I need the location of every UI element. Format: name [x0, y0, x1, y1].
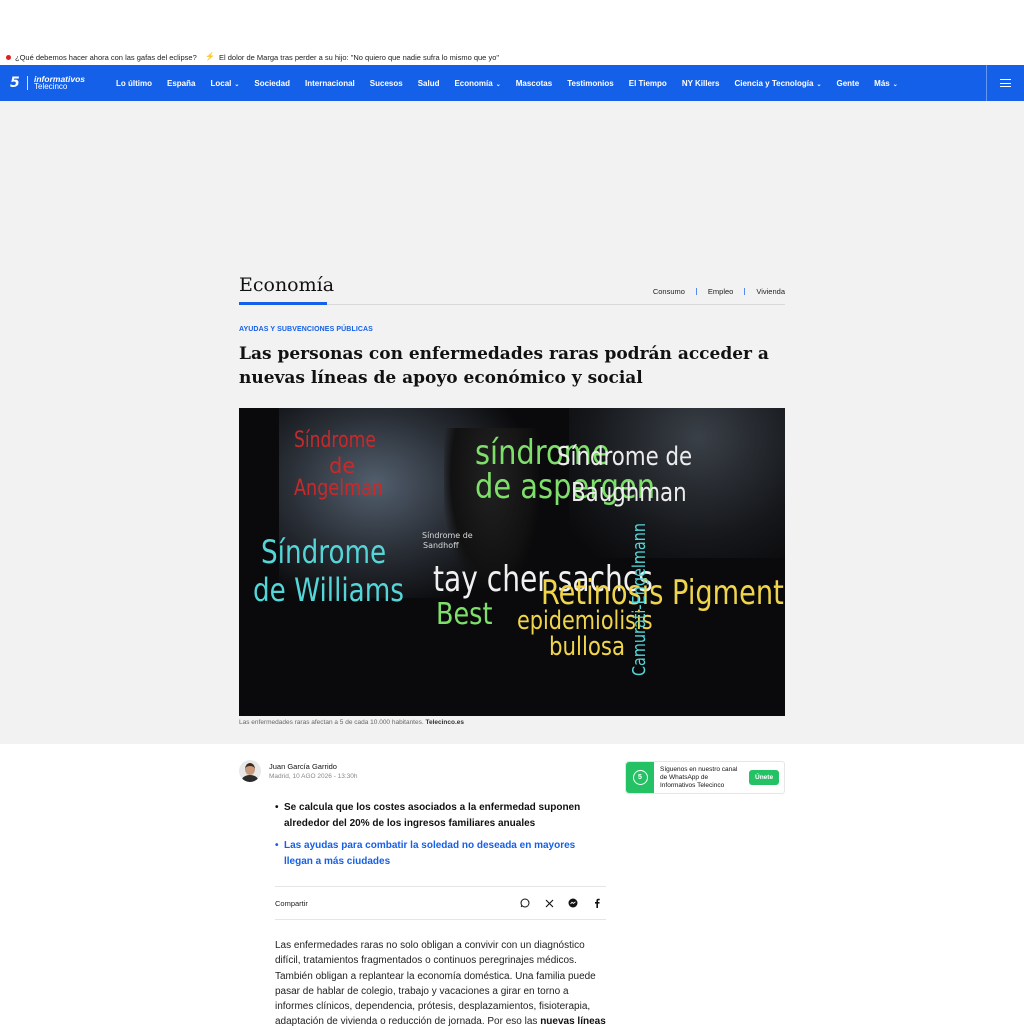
- join-whatsapp-button[interactable]: Únete: [749, 770, 780, 785]
- nav-item-espana[interactable]: España: [167, 79, 195, 88]
- article-body: Las enfermedades raras no solo obligan a…: [275, 938, 606, 1030]
- ticker-item-1-label: ¿Qué debemos hacer ahora con las gafas d…: [15, 52, 197, 62]
- nav-item-label: España: [167, 78, 196, 88]
- article-paragraph: Las enfermedades raras no solo obligan a…: [275, 940, 596, 1028]
- article-highlight: nuevas líneas: [540, 1016, 606, 1028]
- subnav-separator: [744, 288, 746, 295]
- nav-item-label: Sucesos: [369, 78, 403, 88]
- main-navbar: 5 informativos Telecinco Lo último Españ…: [0, 65, 1024, 101]
- related-link[interactable]: Las ayudas para combatir la soledad no d…: [275, 838, 605, 869]
- logo-line-2: Telecinco: [34, 82, 68, 92]
- article-kicker[interactable]: AYUDAS Y SUBVENCIONES PÚBLICAS: [239, 326, 373, 333]
- article-summary: Se calcula que los costes asociados a la…: [275, 800, 605, 876]
- subnav-separator: [695, 288, 697, 295]
- nav-menu: Lo último España Local ⌄ Sociedad Interna…: [116, 65, 913, 101]
- nav-item-label: Economía: [454, 78, 493, 88]
- subnav-consumo[interactable]: Consumo: [653, 287, 685, 296]
- ticker-item-1[interactable]: ¿Qué debemos hacer ahora con las gafas d…: [6, 53, 197, 62]
- nav-item-label: Lo último: [116, 78, 152, 88]
- section-subnav: Consumo Empleo Vivienda: [653, 287, 785, 296]
- nav-item-sociedad[interactable]: Sociedad: [254, 79, 290, 88]
- share-label: Compartir: [275, 898, 308, 908]
- breaking-ticker: ¿Qué debemos hacer ahora con las gafas d…: [0, 50, 1024, 64]
- image-word: Síndrome: [294, 428, 376, 453]
- image-word: Retinosis Pigmenta: [541, 573, 785, 613]
- image-word: Síndrome de: [422, 531, 473, 540]
- share-icons: [520, 887, 602, 919]
- nav-item-label: Testimonios: [567, 78, 614, 88]
- whatsapp-icon[interactable]: [520, 898, 530, 908]
- nav-item-label: Más: [874, 78, 890, 88]
- nav-item-label: Gente: [836, 78, 860, 88]
- publish-date: Madrid, 10 AGO 2026 - 13:30h: [269, 773, 358, 780]
- ticker-item-2-label: El dolor de Marga tras perder a su hijo:…: [218, 52, 500, 62]
- chevron-down-icon: ⌄: [234, 81, 240, 88]
- nav-item-lo-ultimo[interactable]: Lo último: [116, 79, 152, 88]
- image-caption: Las enfermedades raras afectan a 5 de ca…: [239, 719, 464, 726]
- nav-item-mas[interactable]: Más ⌄: [874, 79, 898, 88]
- nav-item-testimonios[interactable]: Testimonios: [567, 79, 614, 88]
- chevron-down-icon: ⌄: [892, 81, 898, 88]
- nav-item-el-tiempo[interactable]: El Tiempo: [629, 79, 667, 88]
- caption-text: Las enfermedades raras afectan a 5 de ca…: [239, 719, 424, 726]
- image-word: Síndrome de: [557, 442, 693, 472]
- image-word: de Williams: [253, 571, 404, 609]
- nav-item-internacional[interactable]: Internacional: [305, 79, 355, 88]
- nav-item-label: Ciencia y Tecnología: [734, 78, 814, 88]
- subnav-empleo[interactable]: Empleo: [708, 287, 733, 296]
- nav-item-salud[interactable]: Salud: [418, 79, 440, 88]
- nav-item-ny-killers[interactable]: NY Killers: [682, 79, 720, 88]
- logo-divider: [27, 76, 28, 90]
- logo-wordmark: informativos Telecinco: [34, 75, 85, 92]
- nav-item-economia[interactable]: Economía ⌄: [454, 79, 500, 88]
- author-avatar[interactable]: [239, 760, 261, 782]
- nav-item-label: Internacional: [304, 78, 355, 88]
- nav-item-gente[interactable]: Gente: [837, 79, 860, 88]
- site-logo[interactable]: 5 informativos Telecinco: [10, 72, 85, 94]
- facebook-icon[interactable]: [592, 898, 602, 908]
- image-word: Angelman: [294, 476, 384, 501]
- whatsapp-channel-card[interactable]: 5 Síguenos en nuestro canal de WhatsApp …: [625, 761, 785, 794]
- image-word: Best: [436, 597, 493, 632]
- hamburger-icon: [1000, 79, 1011, 87]
- lightning-icon: ⚡: [205, 52, 215, 61]
- whatsapp-card-text: Síguenos en nuestro canal de WhatsApp de…: [660, 765, 738, 789]
- nav-item-label: NY Killers: [681, 78, 720, 88]
- messenger-icon[interactable]: [568, 898, 578, 908]
- nav-item-sucesos[interactable]: Sucesos: [370, 79, 403, 88]
- image-word: Síndrome: [261, 533, 387, 571]
- summary-bullet: Se calcula que los costes asociados a la…: [275, 800, 605, 831]
- author-name[interactable]: Juan García Garrido: [269, 762, 358, 771]
- chevron-down-icon: ⌄: [495, 81, 501, 88]
- image-word: de: [329, 454, 356, 478]
- nav-item-label: Salud: [417, 78, 440, 88]
- whatsapp-icon: 5: [626, 762, 654, 793]
- image-word: bullosa: [549, 632, 626, 662]
- hero-image[interactable]: Síndrome de Angelman síndrome de asperge…: [239, 408, 785, 716]
- author-block: Juan García Garrido Madrid, 10 AGO 2026 …: [239, 760, 358, 782]
- nav-item-label: Local: [210, 78, 232, 88]
- article-headline: Las personas con enfermedades raras podr…: [239, 344, 769, 388]
- nav-item-ciencia[interactable]: Ciencia y Tecnología ⌄: [734, 79, 821, 88]
- caption-credit: Telecinco.es: [425, 719, 465, 726]
- ticker-item-2[interactable]: ⚡ El dolor de Marga tras perder a su hij…: [205, 53, 499, 62]
- image-word: Baughman: [571, 478, 687, 508]
- nav-item-label: El Tiempo: [628, 78, 667, 88]
- nav-item-mascotas[interactable]: Mascotas: [516, 79, 552, 88]
- nav-item-label: Sociedad: [254, 78, 290, 88]
- section-title-underline: [239, 302, 327, 305]
- share-bar: Compartir: [275, 886, 606, 920]
- logo-five: 5: [10, 75, 20, 91]
- x-icon[interactable]: [544, 898, 554, 908]
- image-word: Sandhoff: [423, 541, 459, 550]
- image-word: Camurati-Engelmann: [629, 523, 650, 676]
- chevron-down-icon: ⌄: [816, 81, 822, 88]
- section-title[interactable]: Economía: [239, 274, 334, 296]
- nav-item-label: Mascotas: [515, 78, 553, 88]
- hamburger-menu-button[interactable]: [986, 65, 1024, 101]
- live-dot-icon: [6, 54, 11, 60]
- subnav-vivienda[interactable]: Vivienda: [756, 287, 785, 296]
- section-header: Economía Consumo Empleo Vivienda: [239, 274, 785, 305]
- nav-item-local[interactable]: Local ⌄: [210, 79, 239, 88]
